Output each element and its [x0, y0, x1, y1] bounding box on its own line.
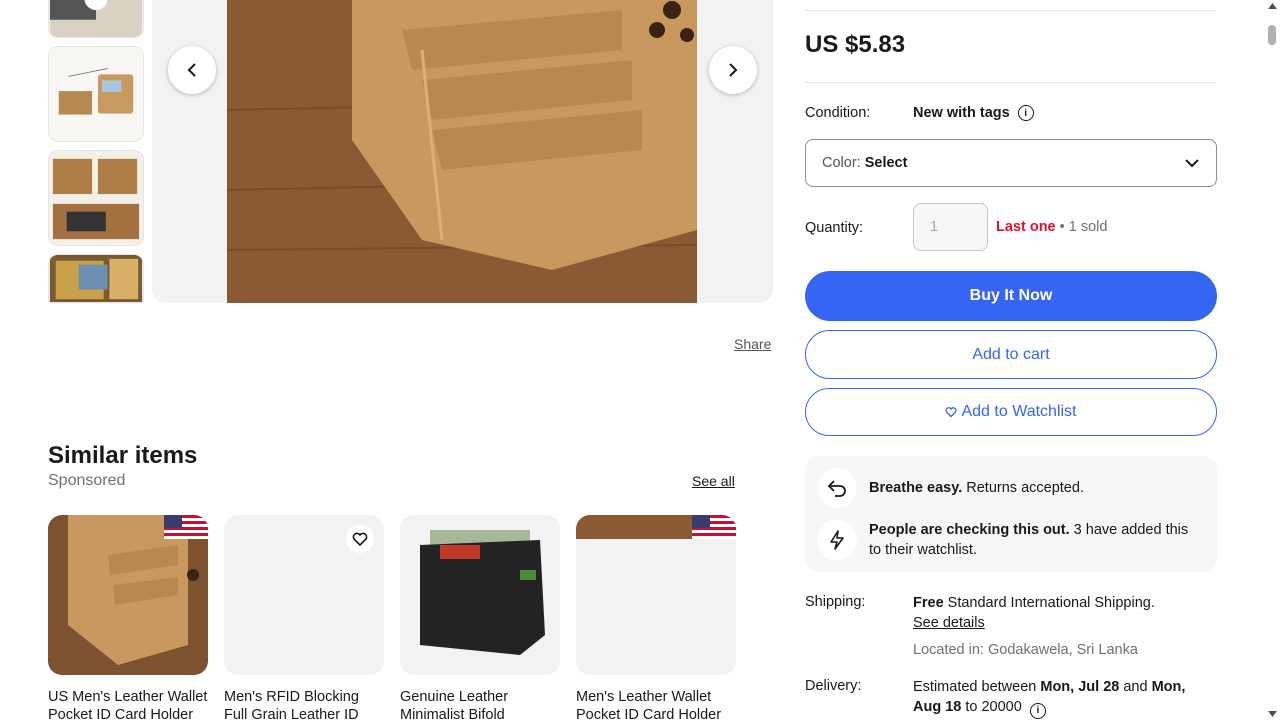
divider [804, 10, 1217, 11]
scroll-thumb[interactable] [1268, 25, 1276, 45]
color-selected-value: Select [864, 155, 908, 171]
info-icon[interactable]: i [1017, 105, 1034, 121]
similar-item-title[interactable]: Genuine Leather Minimalist Bifold [400, 688, 560, 720]
thumbnail-2[interactable] [48, 46, 144, 142]
similar-item-card[interactable]: Men's Leather Wallet Pocket ID Card Hold… [576, 515, 736, 720]
similar-item-image[interactable] [400, 515, 560, 675]
previous-image-button[interactable] [168, 46, 216, 94]
similar-item-image[interactable] [224, 515, 384, 675]
watchers-highlight: People are checking this out. 3 have add… [817, 520, 1199, 560]
scroll-up-arrow-icon[interactable] [1268, 3, 1277, 9]
watch-heart-button[interactable] [346, 525, 374, 553]
watch-bold: People are checking this out. [869, 522, 1070, 538]
thumbnail-3[interactable] [48, 150, 144, 246]
shipping-label: Shipping: [805, 594, 866, 610]
scroll-down-arrow-icon[interactable] [1268, 711, 1277, 717]
see-details-link[interactable]: See details [913, 615, 985, 631]
thumbnail-1[interactable] [48, 0, 144, 38]
page-scrollbar[interactable] [1265, 0, 1280, 720]
returns-bold: Breathe easy. [869, 480, 963, 496]
add-to-watchlist-button[interactable]: Add to Watchlist [805, 388, 1217, 436]
us-flag-icon [692, 515, 736, 539]
chevron-right-icon [729, 63, 738, 77]
similar-item-card[interactable]: Genuine Leather Minimalist Bifold [400, 515, 560, 720]
info-icon[interactable]: i [1029, 703, 1046, 719]
stock-info: Last one • 1 sold [996, 219, 1107, 235]
highlights-panel: Breathe easy. Returns accepted. People a… [805, 456, 1217, 572]
free-shipping: Free [913, 595, 944, 611]
thumbnail-4[interactable] [48, 254, 144, 303]
heart-icon [352, 532, 368, 547]
similar-item-image[interactable] [48, 515, 208, 675]
next-image-button[interactable] [709, 46, 757, 94]
stock-status: Last one [996, 219, 1056, 235]
shipping-value: Free Standard International Shipping. Se… [913, 593, 1213, 633]
chevron-left-icon [187, 63, 196, 77]
sold-count: 1 sold [1068, 219, 1108, 235]
us-flag-icon [164, 515, 208, 539]
delivery-estimate: Estimated between Mon, Jul 28 and Mon, A… [913, 677, 1213, 719]
color-select[interactable]: Color: Select [805, 139, 1217, 187]
quantity-input[interactable]: 1 [913, 203, 988, 251]
condition-value: New with tags i [913, 105, 1034, 121]
chevron-down-icon [1185, 159, 1199, 168]
similar-item-title[interactable]: Men's Leather Wallet Pocket ID Card Hold… [576, 688, 736, 720]
see-all-link[interactable]: See all [692, 473, 735, 489]
similar-item-title[interactable]: US Men's Leather Wallet Pocket ID Card H… [48, 688, 208, 720]
watchlist-label: Add to Watchlist [961, 403, 1077, 420]
shipping-text: Standard International Shipping. [943, 595, 1155, 611]
item-location: Located in: Godakawela, Sri Lanka [913, 642, 1138, 658]
condition-text: New with tags [913, 105, 1010, 121]
share-link[interactable]: Share [734, 336, 771, 352]
condition-label: Condition: [805, 105, 871, 121]
return-arrow-icon [817, 468, 857, 508]
main-product-image[interactable] [152, 0, 773, 303]
item-price: US $5.83 [805, 31, 906, 58]
add-to-cart-button[interactable]: Add to cart [805, 330, 1217, 379]
heart-icon [945, 407, 958, 418]
similar-item-title[interactable]: Men's RFID Blocking Full Grain Leather I… [224, 688, 384, 720]
similar-items-heading: Similar items [48, 442, 198, 469]
delivery-label: Delivery: [805, 678, 862, 694]
quantity-label: Quantity: [805, 220, 864, 236]
similar-item-image[interactable] [576, 515, 736, 675]
similar-item-card[interactable]: US Men's Leather Wallet Pocket ID Card H… [48, 515, 208, 720]
returns-text: Returns accepted. [962, 480, 1084, 496]
sponsored-label: Sponsored [48, 472, 126, 489]
returns-highlight: Breathe easy. Returns accepted. [817, 468, 1084, 508]
buy-it-now-button[interactable]: Buy It Now [805, 271, 1217, 321]
lightning-icon [817, 520, 857, 560]
divider [804, 82, 1217, 83]
similar-item-card[interactable]: Men's RFID Blocking Full Grain Leather I… [224, 515, 384, 720]
color-select-label: Color: Select [822, 155, 908, 171]
separator: • [1055, 219, 1069, 235]
